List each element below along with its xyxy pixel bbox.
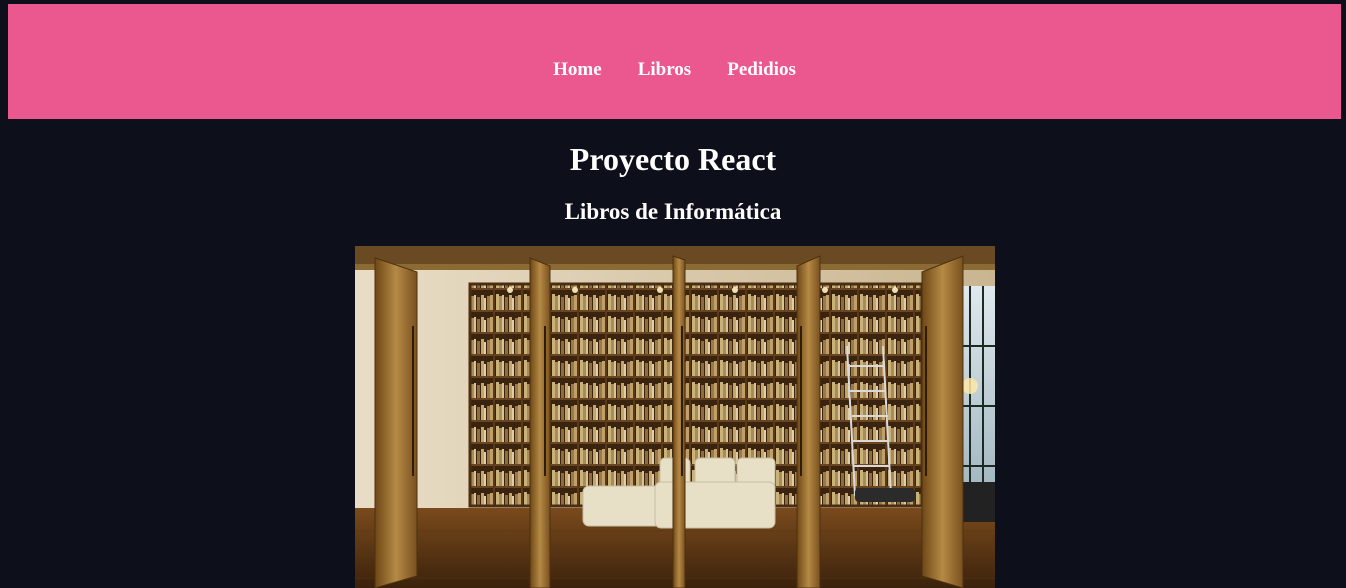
page-subtitle: Libros de Informática <box>564 199 782 224</box>
header-bar: Home Libros Pedidios <box>8 4 1341 119</box>
nav-link-pedidios[interactable]: Pedidios <box>727 60 796 80</box>
nav-link-home[interactable]: Home <box>553 60 602 80</box>
library-image <box>355 246 995 588</box>
page-title: Proyecto React <box>569 141 777 177</box>
main-nav: Home Libros Pedidios <box>8 60 1341 80</box>
nav-link-libros[interactable]: Libros <box>638 60 692 80</box>
